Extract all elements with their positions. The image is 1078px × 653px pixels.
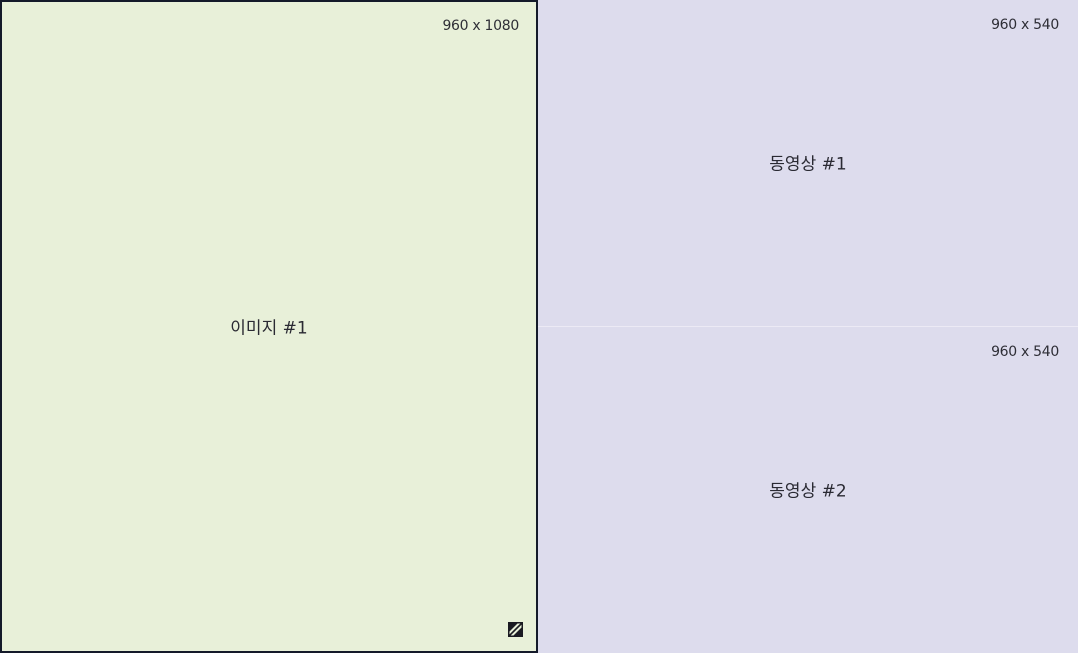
panel-dimensions: 960 x 1080 [442,18,519,34]
video-panel-2[interactable]: 960 x 540 동영상 #2 [538,327,1078,653]
panel-label: 이미지 #1 [230,318,308,339]
resize-diagonal-icon[interactable] [508,622,523,637]
panel-dimensions: 960 x 540 [991,344,1059,360]
image-panel-1[interactable]: 960 x 1080 이미지 #1 [0,0,538,653]
video-panel-1[interactable]: 960 x 540 동영상 #1 [538,0,1078,326]
panel-label: 동영상 #1 [769,154,847,175]
panel-dimensions: 960 x 540 [991,17,1059,33]
panel-label: 동영상 #2 [769,481,847,502]
layout-canvas: 960 x 1080 이미지 #1 960 x 540 동영상 #1 960 x… [0,0,1078,653]
